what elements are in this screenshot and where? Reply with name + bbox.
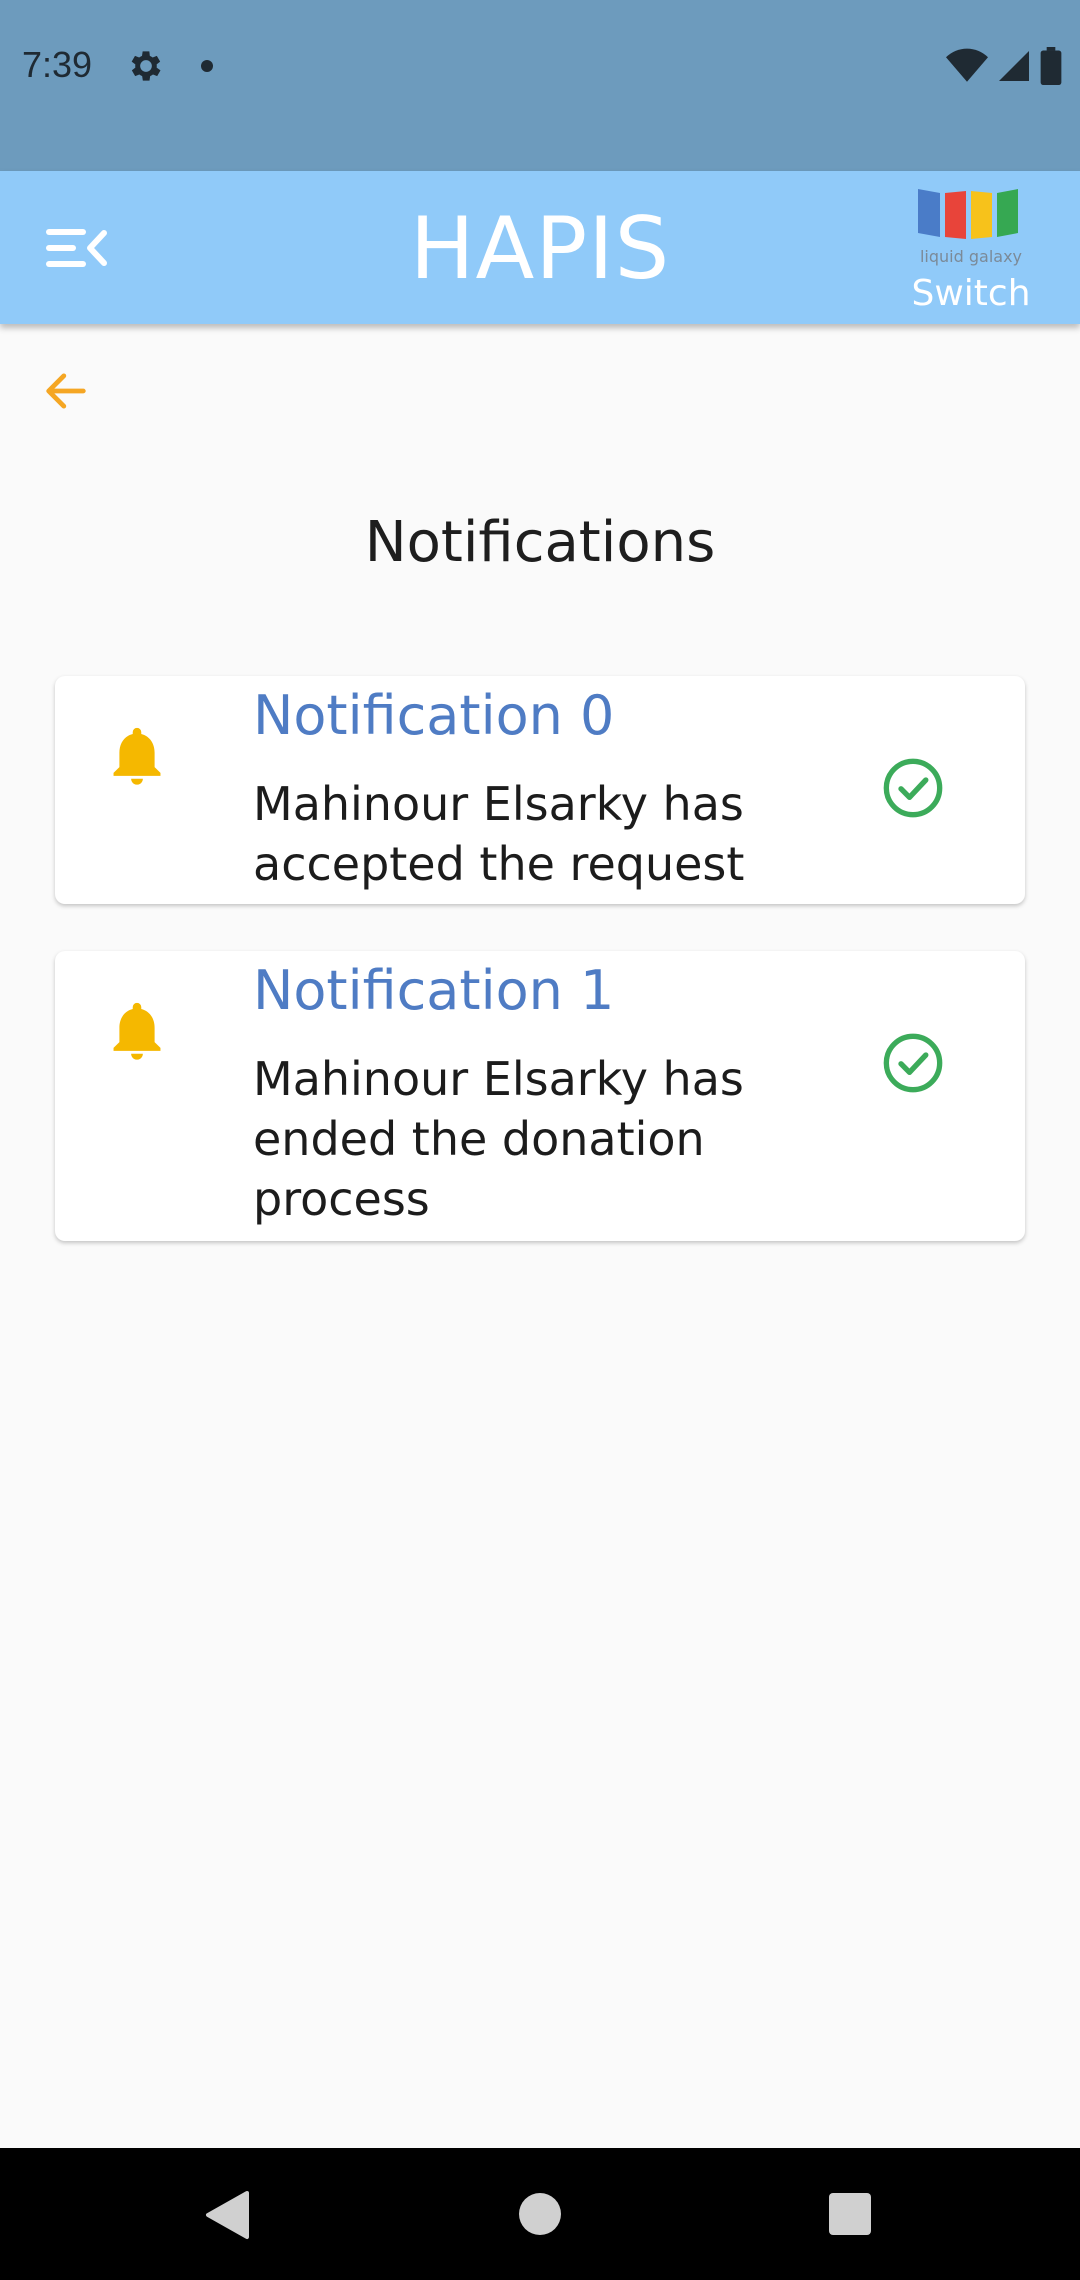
liquid-galaxy-logo-icon [918,189,1018,239]
page-title: Notifications [364,510,716,575]
wifi-icon [946,48,988,82]
battery-icon [1040,47,1062,85]
nav-home-icon[interactable] [519,2193,561,2235]
notification-message: Mahinour Elsarky has ended the donation … [253,1052,744,1226]
notification-card[interactable]: Notification 0 Mahinour Elsarky has acce… [55,676,1025,904]
notification-title: Notification 0 [253,684,615,747]
cell-signal-icon [999,51,1029,81]
app-bar: HAPIS liquid galaxy Switch [0,171,1080,324]
settings-gear-icon [131,51,161,81]
status-icons [946,46,1062,86]
switch-label: Switch [911,273,1031,314]
status-bar: 7:39 [0,0,1080,171]
nav-recents-icon[interactable] [829,2193,871,2235]
bell-icon [113,1002,161,1060]
notification-message: Mahinour Elsarky has accepted the reques… [253,777,745,891]
bell-icon [113,727,161,785]
switch-button[interactable]: liquid galaxy Switch [906,181,1036,321]
notification-dot-icon [201,60,213,72]
check-circle-icon[interactable] [881,756,945,820]
arrow-back-icon[interactable] [40,365,92,417]
check-circle-icon[interactable] [881,1031,945,1095]
logo-text: liquid galaxy [919,247,1023,266]
notification-title: Notification 1 [253,959,615,1022]
status-time: 7:39 [22,44,93,85]
system-nav-bar [0,2148,1080,2280]
nav-back-icon[interactable] [203,2190,249,2240]
notification-card[interactable]: Notification 1 Mahinour Elsarky has ende… [55,951,1025,1241]
